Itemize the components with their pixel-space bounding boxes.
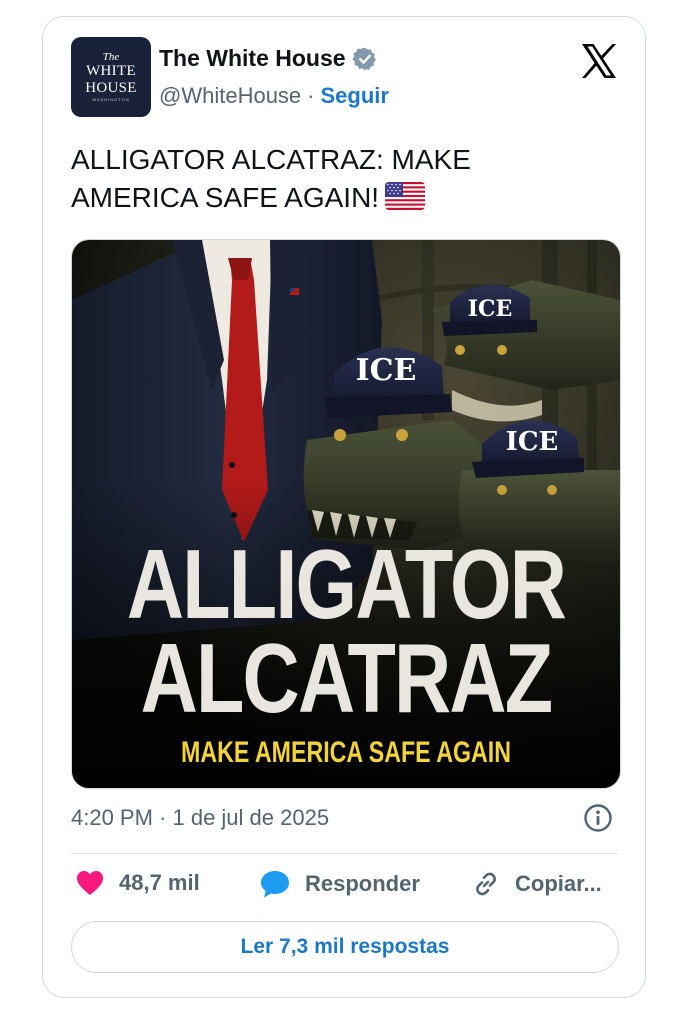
tweet-timestamp[interactable]: 4:20 PM · 1 de jul de 2025 <box>71 805 329 831</box>
poster-tagline: MAKE AMERICA SAFE AGAIN <box>181 735 511 768</box>
author-handle-row: @WhiteHouse · Seguir <box>159 83 389 109</box>
avatar-text-white: WHITE <box>86 62 136 79</box>
like-button[interactable]: 48,7 mil <box>75 869 200 897</box>
reply-label: Responder <box>305 871 420 896</box>
tweet-embed-card: The WHITE HOUSE WASHINGTON The White Hou… <box>42 16 646 998</box>
author-display-name[interactable]: The White House <box>159 45 346 72</box>
avatar-text-the: The <box>102 50 120 63</box>
author-avatar[interactable]: The WHITE HOUSE WASHINGTON <box>71 37 151 117</box>
info-icon[interactable] <box>583 803 613 833</box>
heart-icon <box>77 871 103 895</box>
divider <box>71 853 619 854</box>
copy-label: Copiar... <box>515 871 602 896</box>
cap-label-front: ICE <box>356 353 417 388</box>
x-logo-icon[interactable] <box>579 41 619 81</box>
cap-label-back: ICE <box>468 296 513 322</box>
link-icon <box>476 872 496 896</box>
us-flag-emoji-icon <box>385 182 426 210</box>
media-poster: ICE ICE ICE ALLIGATOR ALCATRAZ MAKE AMER… <box>72 240 620 788</box>
cap-label-right: ICE <box>506 427 559 457</box>
verified-badge-icon <box>351 47 376 70</box>
tweet-actions-bar: 48,7 mil Responder Copiar... <box>71 869 619 909</box>
follow-button[interactable]: Seguir <box>321 83 389 109</box>
author-handle[interactable]: @WhiteHouse <box>159 83 301 109</box>
handle-separator: · <box>307 83 315 108</box>
like-count: 48,7 mil <box>119 870 200 895</box>
tweet-media-image[interactable]: ICE ICE ICE ALLIGATOR ALCATRAZ MAKE AMER… <box>71 239 621 789</box>
copy-link-button[interactable]: Copiar... <box>471 869 602 899</box>
avatar-text-house: HOUSE <box>85 79 137 96</box>
reply-bubble-icon <box>261 871 289 898</box>
author-name-row: The White House <box>159 45 378 72</box>
read-replies-button[interactable]: Ler 7,3 mil respostas <box>71 921 619 973</box>
avatar-text-washington: WASHINGTON <box>92 96 130 102</box>
reply-button[interactable]: Responder <box>259 869 420 899</box>
tweet-text: ALLIGATOR ALCATRAZ: MAKE AMERICA SAFE AG… <box>71 141 591 217</box>
poster-headline-line2: ALCATRAZ <box>141 623 552 733</box>
